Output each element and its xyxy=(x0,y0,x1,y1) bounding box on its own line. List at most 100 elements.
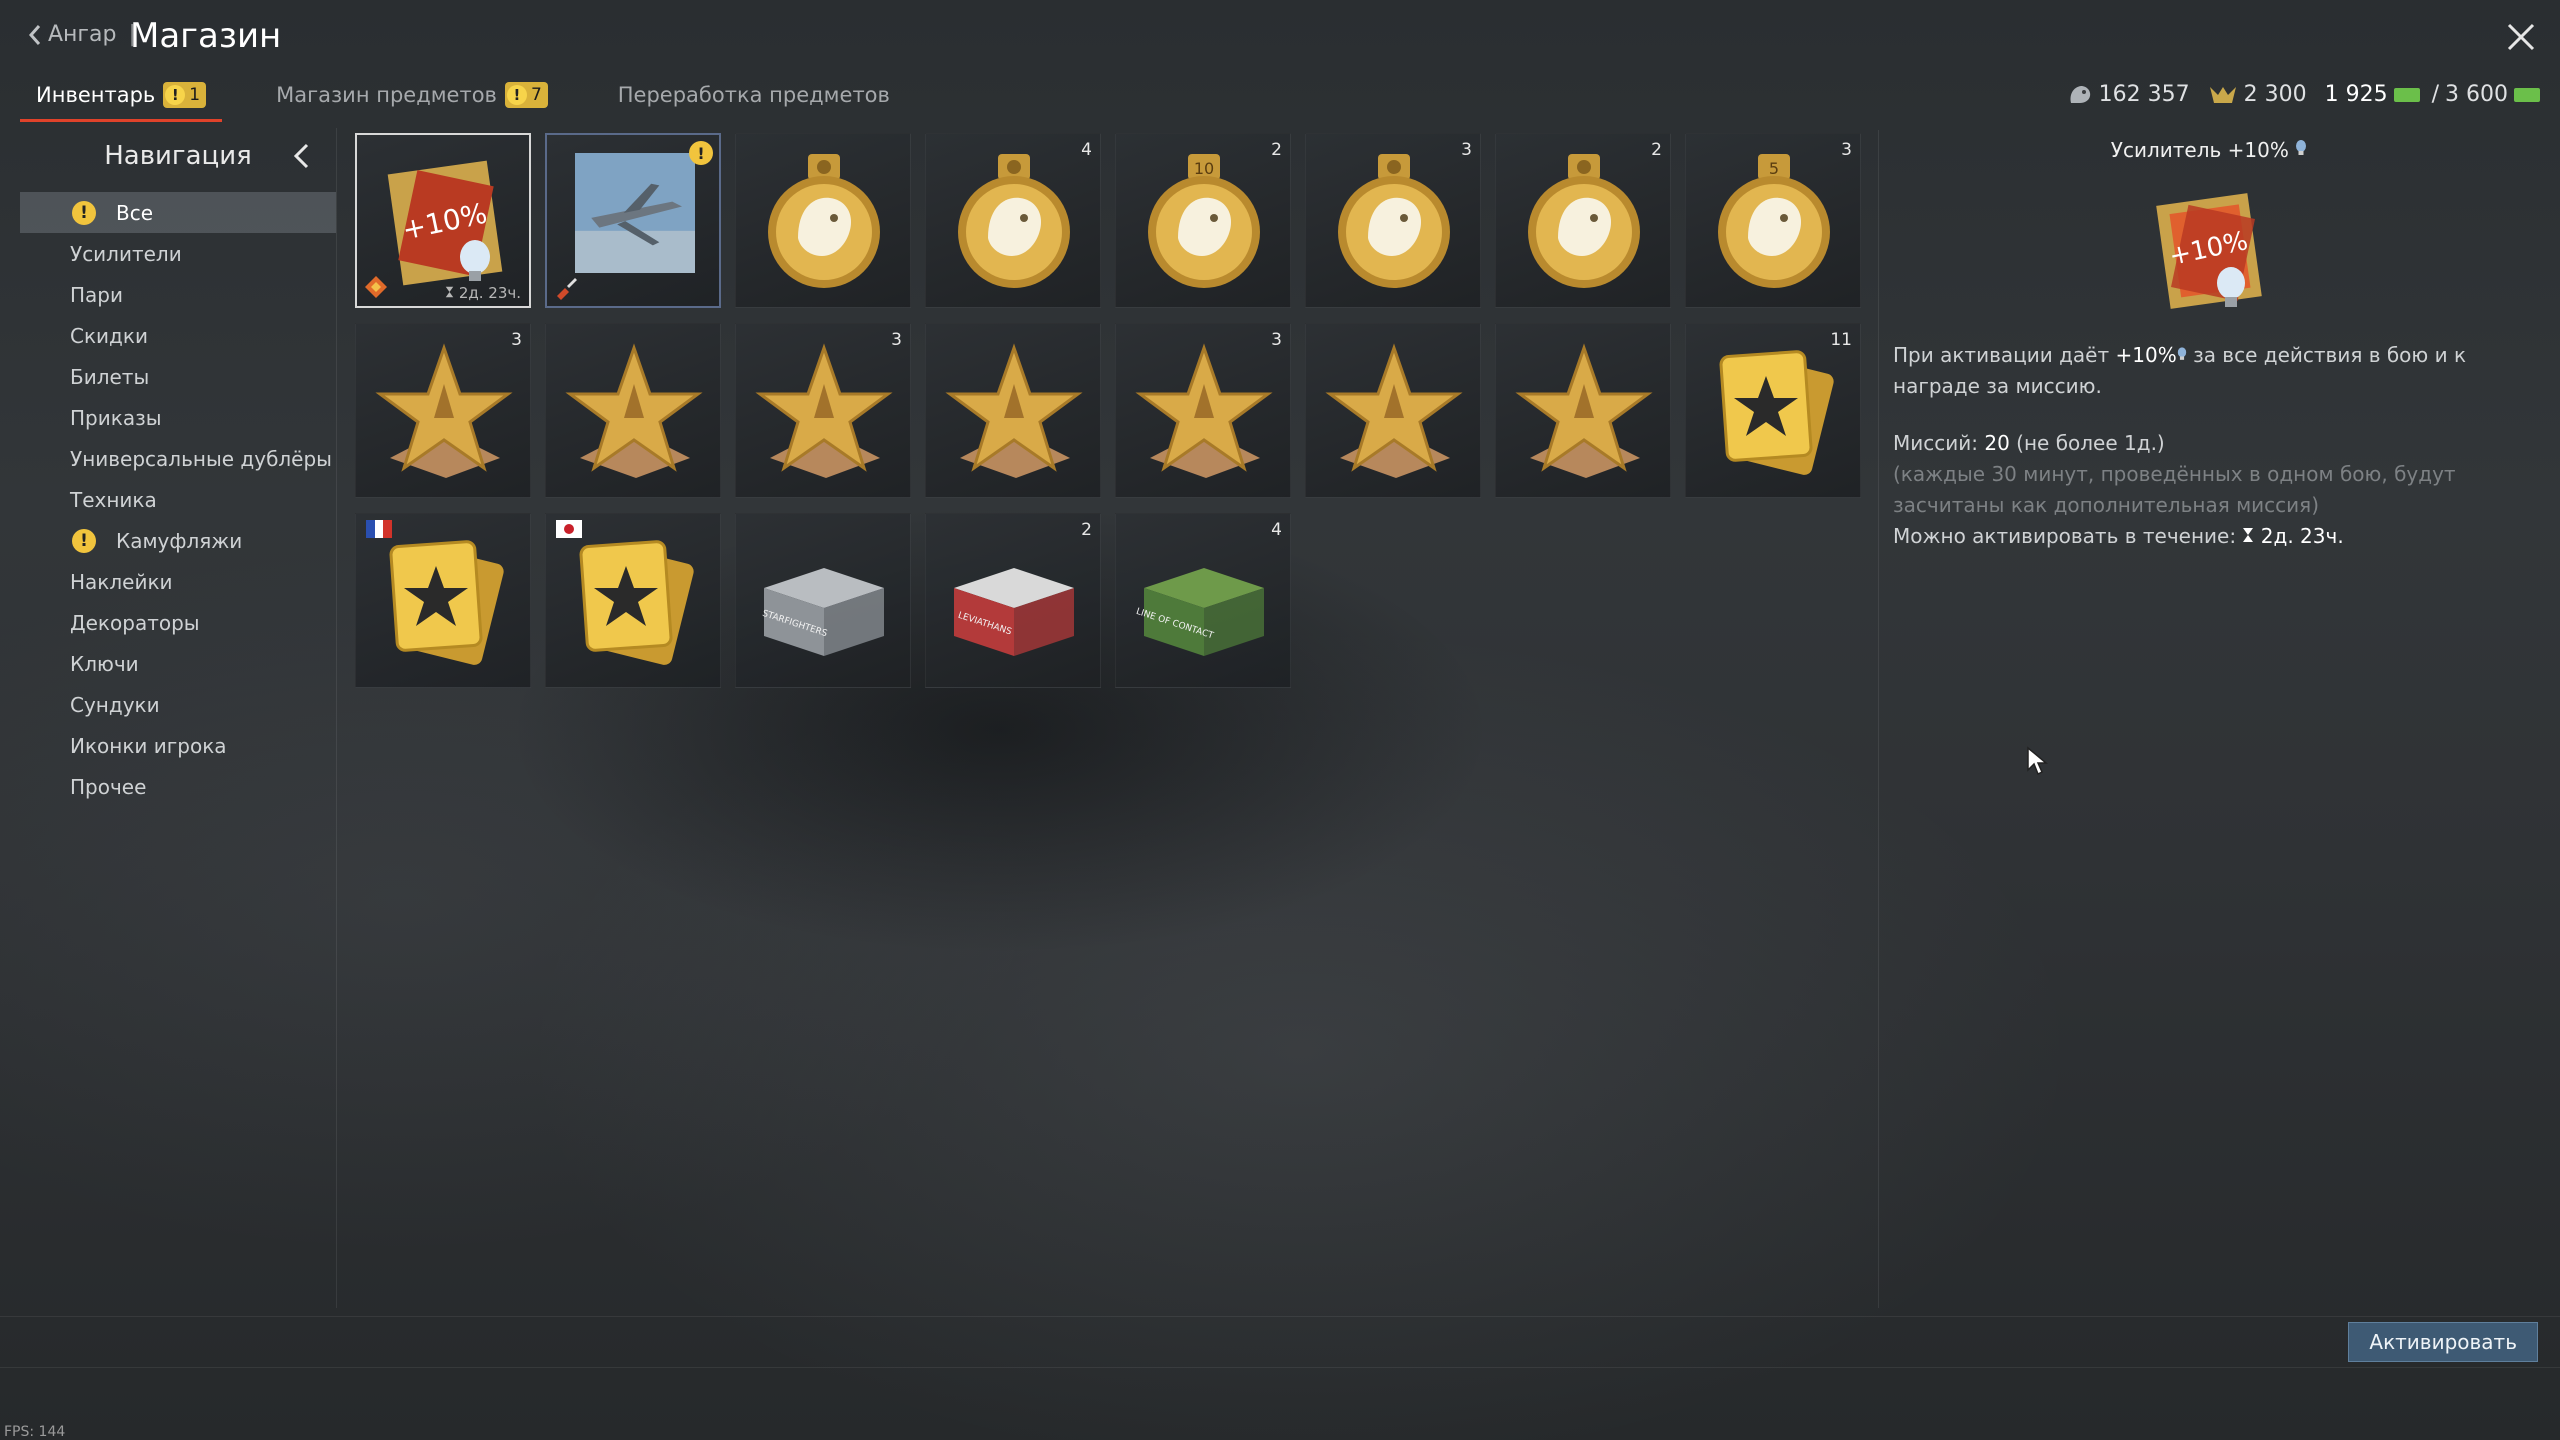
item-count: 3 xyxy=(1271,330,1282,350)
item-count: 3 xyxy=(511,330,522,350)
exclamation-icon: ! xyxy=(165,85,186,105)
booster-type-icon xyxy=(363,274,389,300)
order-star-icon xyxy=(375,343,513,478)
silver-lions-value: 162 357 xyxy=(2098,82,2190,107)
sidebar-item-label: Сундуки xyxy=(70,692,160,717)
sidebar-item-7[interactable]: Техника xyxy=(20,479,336,520)
collapse-chevron-icon[interactable] xyxy=(290,142,314,170)
medal-icon xyxy=(1528,154,1640,288)
inventory-item-chest-leviathans[interactable]: LEVIATHANS 2 xyxy=(925,513,1101,688)
sidebar-item-2[interactable]: Пари xyxy=(20,274,336,315)
inventory-item-medal-star[interactable]: 3 xyxy=(1305,133,1481,308)
inventory-item-booster-10[interactable]: +10% 2д. 23ч. xyxy=(355,133,531,308)
medal-icon xyxy=(768,154,880,288)
activation-time: 2д. 23ч. xyxy=(2260,524,2344,548)
sidebar-item-9[interactable]: Наклейки xyxy=(20,561,336,602)
tab-item-shop[interactable]: Магазин предметов ! 7 xyxy=(260,78,564,118)
inventory-item-order-2[interactable] xyxy=(545,323,721,498)
inventory-item-medal-1[interactable] xyxy=(735,133,911,308)
lion-icon xyxy=(2070,85,2090,103)
inventory-item-medal-10[interactable]: 10 2 xyxy=(1115,133,1291,308)
sidebar-item-6[interactable]: Универсальные дублёры xyxy=(20,438,336,479)
crew-card-icon xyxy=(579,540,694,665)
sidebar-item-label: Техника xyxy=(70,487,157,512)
item-count: 11 xyxy=(1830,330,1852,350)
detail-description: При активации даёт +10% за все действия … xyxy=(1893,340,2523,552)
activate-button[interactable]: Активировать xyxy=(2348,1322,2538,1362)
crew-card-icon xyxy=(389,540,504,665)
effect-prefix: При активации даёт xyxy=(1893,343,2110,367)
sidebar-item-3[interactable]: Скидки xyxy=(20,315,336,356)
sidebar-item-13[interactable]: Иконки игрока xyxy=(20,725,336,766)
inventory-item-crew-card-fr[interactable] xyxy=(355,513,531,688)
sidebar-item-10[interactable]: Декораторы xyxy=(20,602,336,643)
tab-label: Переработка предметов xyxy=(617,83,890,107)
medal-icon xyxy=(958,154,1070,288)
sidebar-item-12[interactable]: Сундуки xyxy=(20,684,336,725)
order-star-icon xyxy=(945,343,1083,478)
sidebar-item-label: Ключи xyxy=(70,651,139,676)
sidebar-item-14[interactable]: Прочее xyxy=(20,766,336,807)
page-title: Магазин xyxy=(130,16,282,56)
sidebar-list: ! Все Усилители Пари Скидки Билеты Приказы Унив… xyxy=(20,192,336,807)
inventory-item-order-3[interactable]: 3 xyxy=(735,323,911,498)
sidebar-title: Навигация xyxy=(104,141,252,171)
sidebar-item-8[interactable]: ! Камуфляжи xyxy=(20,520,336,561)
sidebar-item-label: Билеты xyxy=(70,364,150,389)
chevron-left-icon xyxy=(28,24,41,45)
inventory-item-medal-5[interactable]: 5 3 xyxy=(1685,133,1861,308)
sidebar-item-label: Наклейки xyxy=(70,569,173,594)
tab-label: Магазин предметов xyxy=(276,83,497,107)
item-count: 3 xyxy=(1841,140,1852,160)
sidebar-item-0[interactable]: ! Все xyxy=(20,192,336,233)
chest-icon: LEVIATHANS xyxy=(954,568,1074,656)
inventory-item-order-4[interactable] xyxy=(925,323,1101,498)
bottom-bar: Активировать xyxy=(0,1316,2560,1368)
tab-badge: ! 1 xyxy=(163,82,207,108)
item-detail-panel: Усилитель +10% +10% При активации даёт +… xyxy=(1878,130,2539,1308)
silver-lions: 162 357 xyxy=(2067,82,2190,107)
inventory-item-order-5[interactable]: 3 xyxy=(1115,323,1291,498)
inventory-item-order-6[interactable] xyxy=(1305,323,1481,498)
inventory-item-crew-card[interactable]: 11 xyxy=(1685,323,1861,498)
crew-card-icon xyxy=(1719,350,1834,475)
order-star-icon xyxy=(755,343,893,478)
medal-icon: 5 xyxy=(1718,154,1830,288)
inventory-item-medal-pick[interactable]: 2 xyxy=(1495,133,1671,308)
item-count: 2 xyxy=(1651,140,1662,160)
booster-icon: +10% xyxy=(2156,193,2262,309)
tab-bar: Инвентарь ! 1 Магазин предметов ! 7 Перера… xyxy=(20,78,906,122)
sidebar-item-1[interactable]: Усилители xyxy=(20,233,336,274)
france-flag-icon xyxy=(366,520,392,538)
sidebar-item-11[interactable]: Ключи xyxy=(20,643,336,684)
item-count: 2 xyxy=(1081,520,1092,540)
order-star-icon xyxy=(1135,343,1273,478)
cash-separator: / xyxy=(2431,82,2440,107)
cash-max-value: 3 600 xyxy=(2445,82,2508,107)
tab-inventory[interactable]: Инвентарь ! 1 xyxy=(20,78,223,122)
sidebar-item-label: Иконки игрока xyxy=(70,733,227,758)
inventory-item-order-7[interactable] xyxy=(1495,323,1671,498)
tab-item-recycling[interactable]: Переработка предметов xyxy=(602,78,906,118)
inventory-item-crew-card-jp[interactable] xyxy=(545,513,721,688)
sidebar-item-label: Скидки xyxy=(70,323,148,348)
tab-label: Инвентарь xyxy=(36,83,156,107)
medal-icon: 10 xyxy=(1148,154,1260,288)
missions-note: (не более 1д.) xyxy=(2016,431,2165,455)
sidebar-item-label: Приказы xyxy=(70,405,162,430)
inventory-item-order-1[interactable]: 3 xyxy=(355,323,531,498)
inventory-item-chest-starfighters[interactable]: STARFIGHTERS xyxy=(735,513,911,688)
sidebar-item-5[interactable]: Приказы xyxy=(20,397,336,438)
inventory-item-medal-2[interactable]: 4 xyxy=(925,133,1101,308)
cash-icon xyxy=(2393,87,2420,102)
inventory-item-camo-jet[interactable]: ! xyxy=(545,133,721,308)
eagles-value: 2 300 xyxy=(2243,82,2307,107)
item-count: 4 xyxy=(1081,140,1092,160)
eagle-icon xyxy=(2209,86,2236,103)
sidebar-item-4[interactable]: Билеты xyxy=(20,356,336,397)
close-icon[interactable] xyxy=(2504,20,2538,54)
back-button[interactable]: Ангар | xyxy=(28,22,136,47)
tab-badge: ! 7 xyxy=(504,82,548,108)
badge-count: 7 xyxy=(530,85,542,105)
inventory-item-chest-line-of-contact[interactable]: LINE OF CONTACT 4 xyxy=(1115,513,1291,688)
